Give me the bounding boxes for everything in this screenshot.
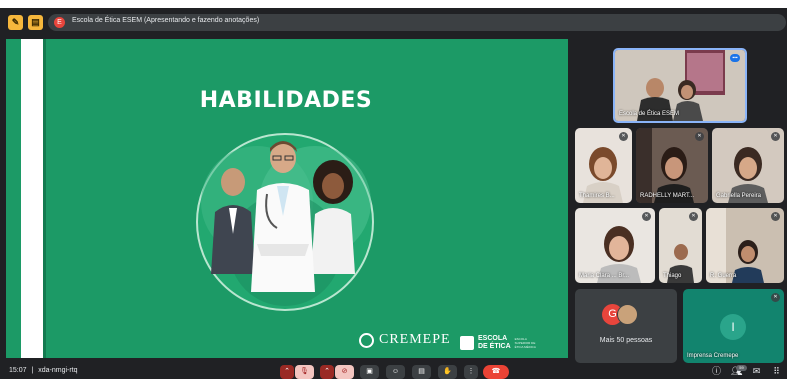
- more-options-icon: ⋮: [467, 368, 475, 375]
- reactions-button[interactable]: ☺: [386, 365, 405, 379]
- clock-time: 15:07: [9, 367, 27, 374]
- hang-up-button[interactable]: ☎: [483, 365, 509, 379]
- chevron-up-icon: ⌃: [284, 368, 290, 375]
- mic-off-icon: ✕: [619, 132, 628, 141]
- mic-off-icon: ✕: [771, 212, 780, 221]
- participant-tile-imprensa[interactable]: ✕ I Imprensa Cremepe: [683, 289, 784, 363]
- escola-logo: ESCOLA DE ÉTICA ESCOLA SUPERIOR DE ÉTICA…: [460, 333, 541, 353]
- participant-tile[interactable]: ✕ Thiago: [659, 208, 702, 283]
- meeting-code: xda-nmgi-rtq: [38, 367, 78, 374]
- people-count-badge: 59: [736, 365, 747, 371]
- slide-stripe: [21, 39, 43, 358]
- hang-up-icon: ☎: [491, 368, 501, 375]
- mic-off-icon: 🎙︎: [300, 368, 309, 375]
- notes-icon[interactable]: ✎: [8, 15, 23, 30]
- meet-window: ✎ ▤ E Escola de Ética ESEM (Apresentando…: [0, 8, 787, 379]
- participant-name: Escola de Ética ESEM: [619, 111, 680, 117]
- mic-off-icon: ✕: [689, 212, 698, 221]
- slide-stripe-dark: [43, 39, 46, 358]
- mic-off-icon: ✕: [695, 132, 704, 141]
- top-bar: ✎ ▤ E Escola de Ética ESEM (Apresentando…: [0, 8, 787, 36]
- slide-title: HABILIDADES: [199, 88, 373, 113]
- participant-tile-presenter[interactable]: ▪▪▪ Escola de Ética ESEM: [613, 48, 747, 123]
- doctors-illustration: [196, 133, 374, 311]
- participant-avatar-photo: [617, 304, 638, 325]
- emoji-icon: ☺: [391, 368, 400, 375]
- escola-emblem-icon: [460, 336, 474, 350]
- raise-hand-icon: ✋: [443, 368, 452, 375]
- more-participants-label: Mais 50 pessoas: [599, 337, 653, 344]
- presenting-banner: E Escola de Ética ESEM (Apresentando e f…: [48, 14, 786, 31]
- bottom-bar: 15:07 | xda-nmgi-rtq ⌃ 🎙︎ ⌃ ⊘ ▣ ☺ ▤ ✋ ⋮ …: [0, 363, 787, 379]
- captions-button[interactable]: ▤: [412, 365, 431, 379]
- present-button[interactable]: ▣: [360, 365, 379, 379]
- captions-icon: ▤: [418, 368, 425, 375]
- mic-toggle-button[interactable]: 🎙︎: [295, 365, 314, 379]
- participant-tile[interactable]: ✕ Maria Clara ... Br...: [575, 208, 655, 283]
- participant-tile[interactable]: ✕ R. Guerra: [706, 208, 784, 283]
- meet-app: ✎ ▤ E Escola de Ética ESEM (Apresentando…: [0, 0, 787, 379]
- shared-slide: HABILIDADES CREMEPE ESCOLA DE ÉTICA ESCO…: [6, 39, 568, 358]
- participant-tile[interactable]: ✕ Thamires B...: [575, 128, 632, 203]
- meeting-info: 15:07 | xda-nmgi-rtq: [9, 367, 78, 374]
- more-participants-tile[interactable]: G Mais 50 pessoas: [575, 289, 677, 363]
- camera-off-icon: ⊘: [341, 368, 348, 375]
- info-icon[interactable]: ⓘ: [711, 366, 722, 377]
- camera-toggle-button[interactable]: ⊘: [335, 365, 354, 379]
- participant-tile[interactable]: ✕ RADHELLY MART...: [636, 128, 708, 203]
- presenter-avatar: E: [54, 17, 65, 28]
- apps-icon[interactable]: ⠿: [771, 366, 782, 377]
- more-options-button[interactable]: ⋮: [464, 365, 478, 379]
- mic-off-icon: ✕: [642, 212, 651, 221]
- participant-avatar: I: [720, 314, 746, 340]
- cremepe-logo: CREMEPE: [359, 331, 451, 349]
- present-icon: ▣: [366, 368, 373, 375]
- speaking-indicator-icon: ▪▪▪: [730, 54, 740, 62]
- video-options-button[interactable]: ⌃: [320, 365, 334, 379]
- audio-options-button[interactable]: ⌃: [280, 365, 294, 379]
- raise-hand-button[interactable]: ✋: [438, 365, 457, 379]
- mic-off-icon: ✕: [771, 132, 780, 141]
- activities-icon[interactable]: ▤: [28, 15, 43, 30]
- presenting-label: Escola de Ética ESEM (Apresentando e faz…: [72, 17, 260, 24]
- mic-off-icon: ✕: [771, 293, 780, 302]
- participant-tile[interactable]: ✕ Gabriella Pereira: [712, 128, 784, 203]
- chat-icon[interactable]: ✉: [751, 366, 762, 377]
- chevron-up-icon: ⌃: [324, 368, 330, 375]
- cremepe-emblem-icon: [359, 332, 374, 348]
